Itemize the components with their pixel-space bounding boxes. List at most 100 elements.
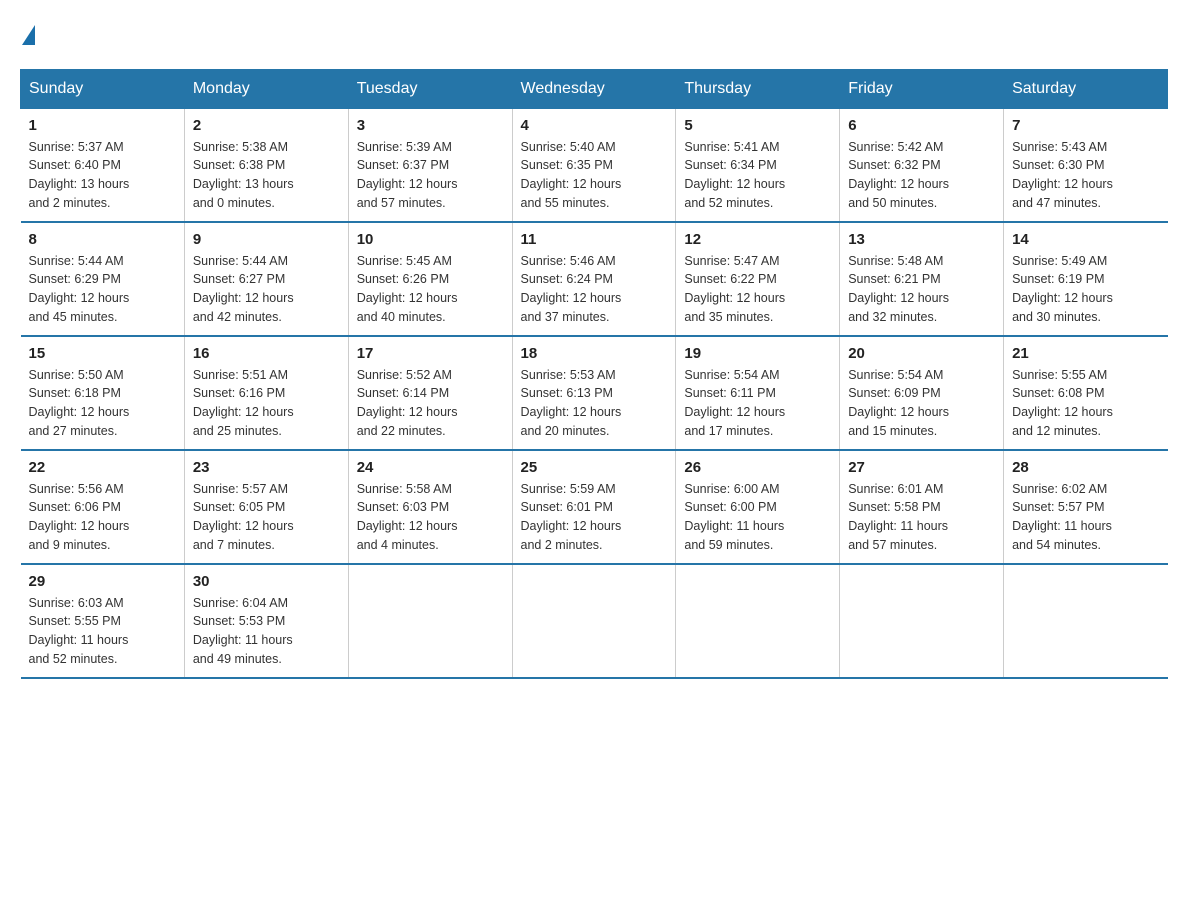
day-info: Sunrise: 5:41 AMSunset: 6:34 PMDaylight:… (684, 138, 831, 213)
calendar-day-cell: 26 Sunrise: 6:00 AMSunset: 6:00 PMDaylig… (676, 450, 840, 564)
calendar-day-cell: 13 Sunrise: 5:48 AMSunset: 6:21 PMDaylig… (840, 222, 1004, 336)
calendar-day-cell: 21 Sunrise: 5:55 AMSunset: 6:08 PMDaylig… (1004, 336, 1168, 450)
calendar-day-cell: 3 Sunrise: 5:39 AMSunset: 6:37 PMDayligh… (348, 108, 512, 222)
calendar-day-cell: 16 Sunrise: 5:51 AMSunset: 6:16 PMDaylig… (184, 336, 348, 450)
day-number: 6 (848, 117, 995, 134)
day-number: 19 (684, 345, 831, 362)
calendar-day-cell: 30 Sunrise: 6:04 AMSunset: 5:53 PMDaylig… (184, 564, 348, 678)
day-info: Sunrise: 5:40 AMSunset: 6:35 PMDaylight:… (521, 138, 668, 213)
day-number: 12 (684, 231, 831, 248)
day-info: Sunrise: 5:42 AMSunset: 6:32 PMDaylight:… (848, 138, 995, 213)
day-of-week-header: Sunday (21, 69, 185, 108)
calendar-day-cell: 24 Sunrise: 5:58 AMSunset: 6:03 PMDaylig… (348, 450, 512, 564)
day-of-week-header: Monday (184, 69, 348, 108)
day-number: 26 (684, 459, 831, 476)
day-number: 22 (29, 459, 176, 476)
calendar-day-cell: 22 Sunrise: 5:56 AMSunset: 6:06 PMDaylig… (21, 450, 185, 564)
day-info: Sunrise: 5:38 AMSunset: 6:38 PMDaylight:… (193, 138, 340, 213)
day-info: Sunrise: 5:44 AMSunset: 6:27 PMDaylight:… (193, 252, 340, 327)
calendar-day-cell: 14 Sunrise: 5:49 AMSunset: 6:19 PMDaylig… (1004, 222, 1168, 336)
day-number: 7 (1012, 117, 1159, 134)
day-info: Sunrise: 5:54 AMSunset: 6:11 PMDaylight:… (684, 366, 831, 441)
calendar-day-cell: 15 Sunrise: 5:50 AMSunset: 6:18 PMDaylig… (21, 336, 185, 450)
calendar-day-cell: 9 Sunrise: 5:44 AMSunset: 6:27 PMDayligh… (184, 222, 348, 336)
day-of-week-header: Saturday (1004, 69, 1168, 108)
day-number: 3 (357, 117, 504, 134)
day-info: Sunrise: 5:53 AMSunset: 6:13 PMDaylight:… (521, 366, 668, 441)
day-number: 20 (848, 345, 995, 362)
day-number: 29 (29, 573, 176, 590)
day-number: 30 (193, 573, 340, 590)
day-info: Sunrise: 5:55 AMSunset: 6:08 PMDaylight:… (1012, 366, 1159, 441)
day-number: 10 (357, 231, 504, 248)
calendar-day-cell: 11 Sunrise: 5:46 AMSunset: 6:24 PMDaylig… (512, 222, 676, 336)
calendar-day-cell: 7 Sunrise: 5:43 AMSunset: 6:30 PMDayligh… (1004, 108, 1168, 222)
calendar-day-cell: 25 Sunrise: 5:59 AMSunset: 6:01 PMDaylig… (512, 450, 676, 564)
calendar-day-cell (840, 564, 1004, 678)
day-number: 11 (521, 231, 668, 248)
day-number: 18 (521, 345, 668, 362)
day-number: 24 (357, 459, 504, 476)
day-number: 5 (684, 117, 831, 134)
day-info: Sunrise: 5:51 AMSunset: 6:16 PMDaylight:… (193, 366, 340, 441)
day-info: Sunrise: 5:49 AMSunset: 6:19 PMDaylight:… (1012, 252, 1159, 327)
calendar-day-cell: 4 Sunrise: 5:40 AMSunset: 6:35 PMDayligh… (512, 108, 676, 222)
day-info: Sunrise: 5:52 AMSunset: 6:14 PMDaylight:… (357, 366, 504, 441)
calendar-day-cell: 2 Sunrise: 5:38 AMSunset: 6:38 PMDayligh… (184, 108, 348, 222)
calendar-week-row: 1 Sunrise: 5:37 AMSunset: 6:40 PMDayligh… (21, 108, 1168, 222)
day-info: Sunrise: 5:56 AMSunset: 6:06 PMDaylight:… (29, 480, 176, 555)
calendar-table: SundayMondayTuesdayWednesdayThursdayFrid… (20, 69, 1168, 679)
day-number: 23 (193, 459, 340, 476)
day-info: Sunrise: 5:39 AMSunset: 6:37 PMDaylight:… (357, 138, 504, 213)
day-number: 25 (521, 459, 668, 476)
calendar-day-cell (348, 564, 512, 678)
calendar-day-cell: 17 Sunrise: 5:52 AMSunset: 6:14 PMDaylig… (348, 336, 512, 450)
day-number: 17 (357, 345, 504, 362)
day-number: 13 (848, 231, 995, 248)
calendar-week-row: 22 Sunrise: 5:56 AMSunset: 6:06 PMDaylig… (21, 450, 1168, 564)
day-info: Sunrise: 5:58 AMSunset: 6:03 PMDaylight:… (357, 480, 504, 555)
calendar-day-cell: 6 Sunrise: 5:42 AMSunset: 6:32 PMDayligh… (840, 108, 1004, 222)
day-of-week-header: Friday (840, 69, 1004, 108)
day-number: 2 (193, 117, 340, 134)
calendar-day-cell: 18 Sunrise: 5:53 AMSunset: 6:13 PMDaylig… (512, 336, 676, 450)
day-info: Sunrise: 6:04 AMSunset: 5:53 PMDaylight:… (193, 594, 340, 669)
day-info: Sunrise: 5:43 AMSunset: 6:30 PMDaylight:… (1012, 138, 1159, 213)
day-number: 16 (193, 345, 340, 362)
day-info: Sunrise: 6:03 AMSunset: 5:55 PMDaylight:… (29, 594, 176, 669)
day-of-week-header: Tuesday (348, 69, 512, 108)
day-number: 28 (1012, 459, 1159, 476)
calendar-day-cell: 8 Sunrise: 5:44 AMSunset: 6:29 PMDayligh… (21, 222, 185, 336)
day-info: Sunrise: 6:00 AMSunset: 6:00 PMDaylight:… (684, 480, 831, 555)
calendar-day-cell: 28 Sunrise: 6:02 AMSunset: 5:57 PMDaylig… (1004, 450, 1168, 564)
calendar-day-cell (1004, 564, 1168, 678)
calendar-day-cell: 20 Sunrise: 5:54 AMSunset: 6:09 PMDaylig… (840, 336, 1004, 450)
day-info: Sunrise: 5:54 AMSunset: 6:09 PMDaylight:… (848, 366, 995, 441)
calendar-day-cell (512, 564, 676, 678)
calendar-day-cell: 23 Sunrise: 5:57 AMSunset: 6:05 PMDaylig… (184, 450, 348, 564)
day-info: Sunrise: 5:50 AMSunset: 6:18 PMDaylight:… (29, 366, 176, 441)
day-info: Sunrise: 5:47 AMSunset: 6:22 PMDaylight:… (684, 252, 831, 327)
day-info: Sunrise: 5:45 AMSunset: 6:26 PMDaylight:… (357, 252, 504, 327)
day-number: 1 (29, 117, 176, 134)
page-header (20, 20, 1168, 49)
calendar-day-cell: 5 Sunrise: 5:41 AMSunset: 6:34 PMDayligh… (676, 108, 840, 222)
day-info: Sunrise: 5:44 AMSunset: 6:29 PMDaylight:… (29, 252, 176, 327)
calendar-week-row: 15 Sunrise: 5:50 AMSunset: 6:18 PMDaylig… (21, 336, 1168, 450)
calendar-week-row: 29 Sunrise: 6:03 AMSunset: 5:55 PMDaylig… (21, 564, 1168, 678)
day-info: Sunrise: 6:02 AMSunset: 5:57 PMDaylight:… (1012, 480, 1159, 555)
calendar-day-cell: 1 Sunrise: 5:37 AMSunset: 6:40 PMDayligh… (21, 108, 185, 222)
day-number: 21 (1012, 345, 1159, 362)
logo (20, 20, 35, 49)
calendar-day-cell: 27 Sunrise: 6:01 AMSunset: 5:58 PMDaylig… (840, 450, 1004, 564)
calendar-day-cell: 29 Sunrise: 6:03 AMSunset: 5:55 PMDaylig… (21, 564, 185, 678)
day-info: Sunrise: 5:37 AMSunset: 6:40 PMDaylight:… (29, 138, 176, 213)
calendar-day-cell (676, 564, 840, 678)
calendar-header: SundayMondayTuesdayWednesdayThursdayFrid… (21, 69, 1168, 108)
calendar-day-cell: 10 Sunrise: 5:45 AMSunset: 6:26 PMDaylig… (348, 222, 512, 336)
day-number: 9 (193, 231, 340, 248)
day-info: Sunrise: 5:57 AMSunset: 6:05 PMDaylight:… (193, 480, 340, 555)
day-of-week-header: Thursday (676, 69, 840, 108)
calendar-day-cell: 19 Sunrise: 5:54 AMSunset: 6:11 PMDaylig… (676, 336, 840, 450)
day-number: 15 (29, 345, 176, 362)
